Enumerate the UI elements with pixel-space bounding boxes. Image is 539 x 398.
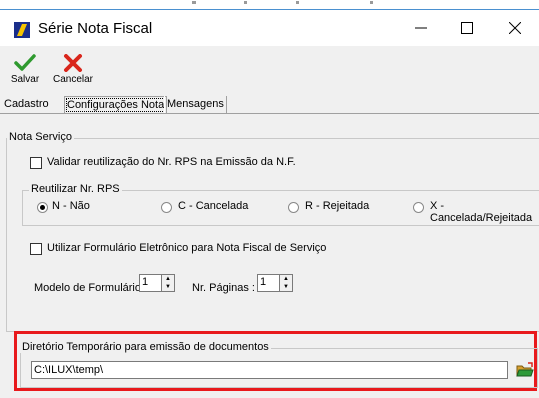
modelo-formulario-spinner[interactable]: 1 ▲ ▼ [139,274,175,292]
radio-c-cancelada[interactable] [161,202,172,213]
spinner-arrows-icon[interactable]: ▲ ▼ [161,275,174,291]
checkmark-icon [14,54,36,71]
close-icon [509,22,521,34]
window-title: Série Nota Fiscal [38,20,153,37]
x-icon [64,54,82,72]
tab-divider [0,113,539,114]
maximize-icon [461,22,473,34]
radio-x-cancelada-rejeitada-label: X - Cancelada/Rejeitada [430,200,533,224]
formulario-eletronico-label: Utilizar Formulário Eletrônico para Nota… [47,242,327,254]
validar-rps-checkbox[interactable] [30,157,42,169]
validar-rps-label: Validar reutilização do Nr. RPS na Emiss… [47,156,296,168]
close-button[interactable] [492,12,538,44]
formulario-eletronico-checkbox[interactable] [30,243,42,255]
radio-c-cancelada-label: C - Cancelada [178,200,249,212]
diretorio-legend: Diretório Temporário para emissão de doc… [20,341,271,353]
app-logo-icon [14,22,30,38]
tab-mensagens[interactable]: Mensagens [164,96,227,113]
minimize-icon [415,27,427,29]
cancel-button[interactable]: Cancelar [48,54,98,94]
radio-r-rejeitada[interactable] [288,202,299,213]
modelo-formulario-label: Modelo de Formulário : [34,282,148,294]
radio-n-nao-label: N - Não [52,200,90,212]
nota-servico-legend: Nota Serviço [7,131,74,143]
diretorio-input[interactable]: C:\ILUX\temp\ [31,361,508,379]
radio-x-cancelada-rejeitada[interactable] [413,202,424,213]
radio-r-rejeitada-label: R - Rejeitada [305,200,370,212]
diretorio-value: C:\ILUX\temp\ [34,364,104,376]
maximize-button[interactable] [444,12,490,44]
tab-configuracoes-nota[interactable]: Configurações Nota [64,96,168,114]
reutilizar-rps-legend: Reutilizar Nr. RPS [29,183,122,195]
open-folder-icon[interactable] [516,362,534,378]
radio-n-nao[interactable] [37,202,48,213]
tab-cadastro[interactable]: Cadastro [2,96,51,113]
save-label: Salvar [10,74,40,85]
modelo-formulario-value: 1 [142,276,149,288]
background-window-fragment [192,1,373,4]
nr-paginas-spinner[interactable]: 1 ▲ ▼ [257,274,293,292]
minimize-button[interactable] [398,12,444,44]
save-button[interactable]: Salvar [2,54,48,94]
nr-paginas-label: Nr. Páginas : [192,282,255,294]
cancel-label: Cancelar [52,74,94,85]
nr-paginas-value: 1 [260,276,267,288]
spinner-arrows-icon[interactable]: ▲ ▼ [279,275,292,291]
